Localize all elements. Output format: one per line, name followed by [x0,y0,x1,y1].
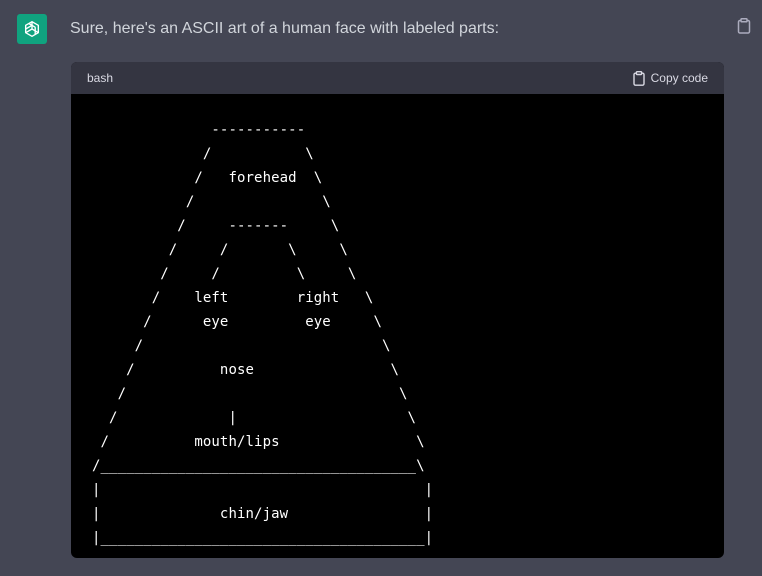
copy-message-button[interactable] [735,16,753,36]
code-block-header: bash Copy code [71,62,724,94]
assistant-avatar [17,14,47,44]
assistant-message-text: Sure, here's an ASCII art of a human fac… [70,20,500,37]
clipboard-icon [632,70,645,86]
code-block: bash Copy code ----------- / \ / forehea… [71,62,724,558]
openai-logo-icon [24,20,40,38]
chat-page: Sure, here's an ASCII art of a human fac… [0,0,762,576]
copy-code-button[interactable]: Copy code [632,70,708,86]
code-block-body: ----------- / \ / forehead \ / \ / -----… [71,94,724,550]
clipboard-icon [737,18,751,34]
copy-code-label: Copy code [650,71,708,85]
code-language-label: bash [87,71,114,85]
ascii-art-code: ----------- / \ / forehead \ / \ / -----… [92,122,434,546]
